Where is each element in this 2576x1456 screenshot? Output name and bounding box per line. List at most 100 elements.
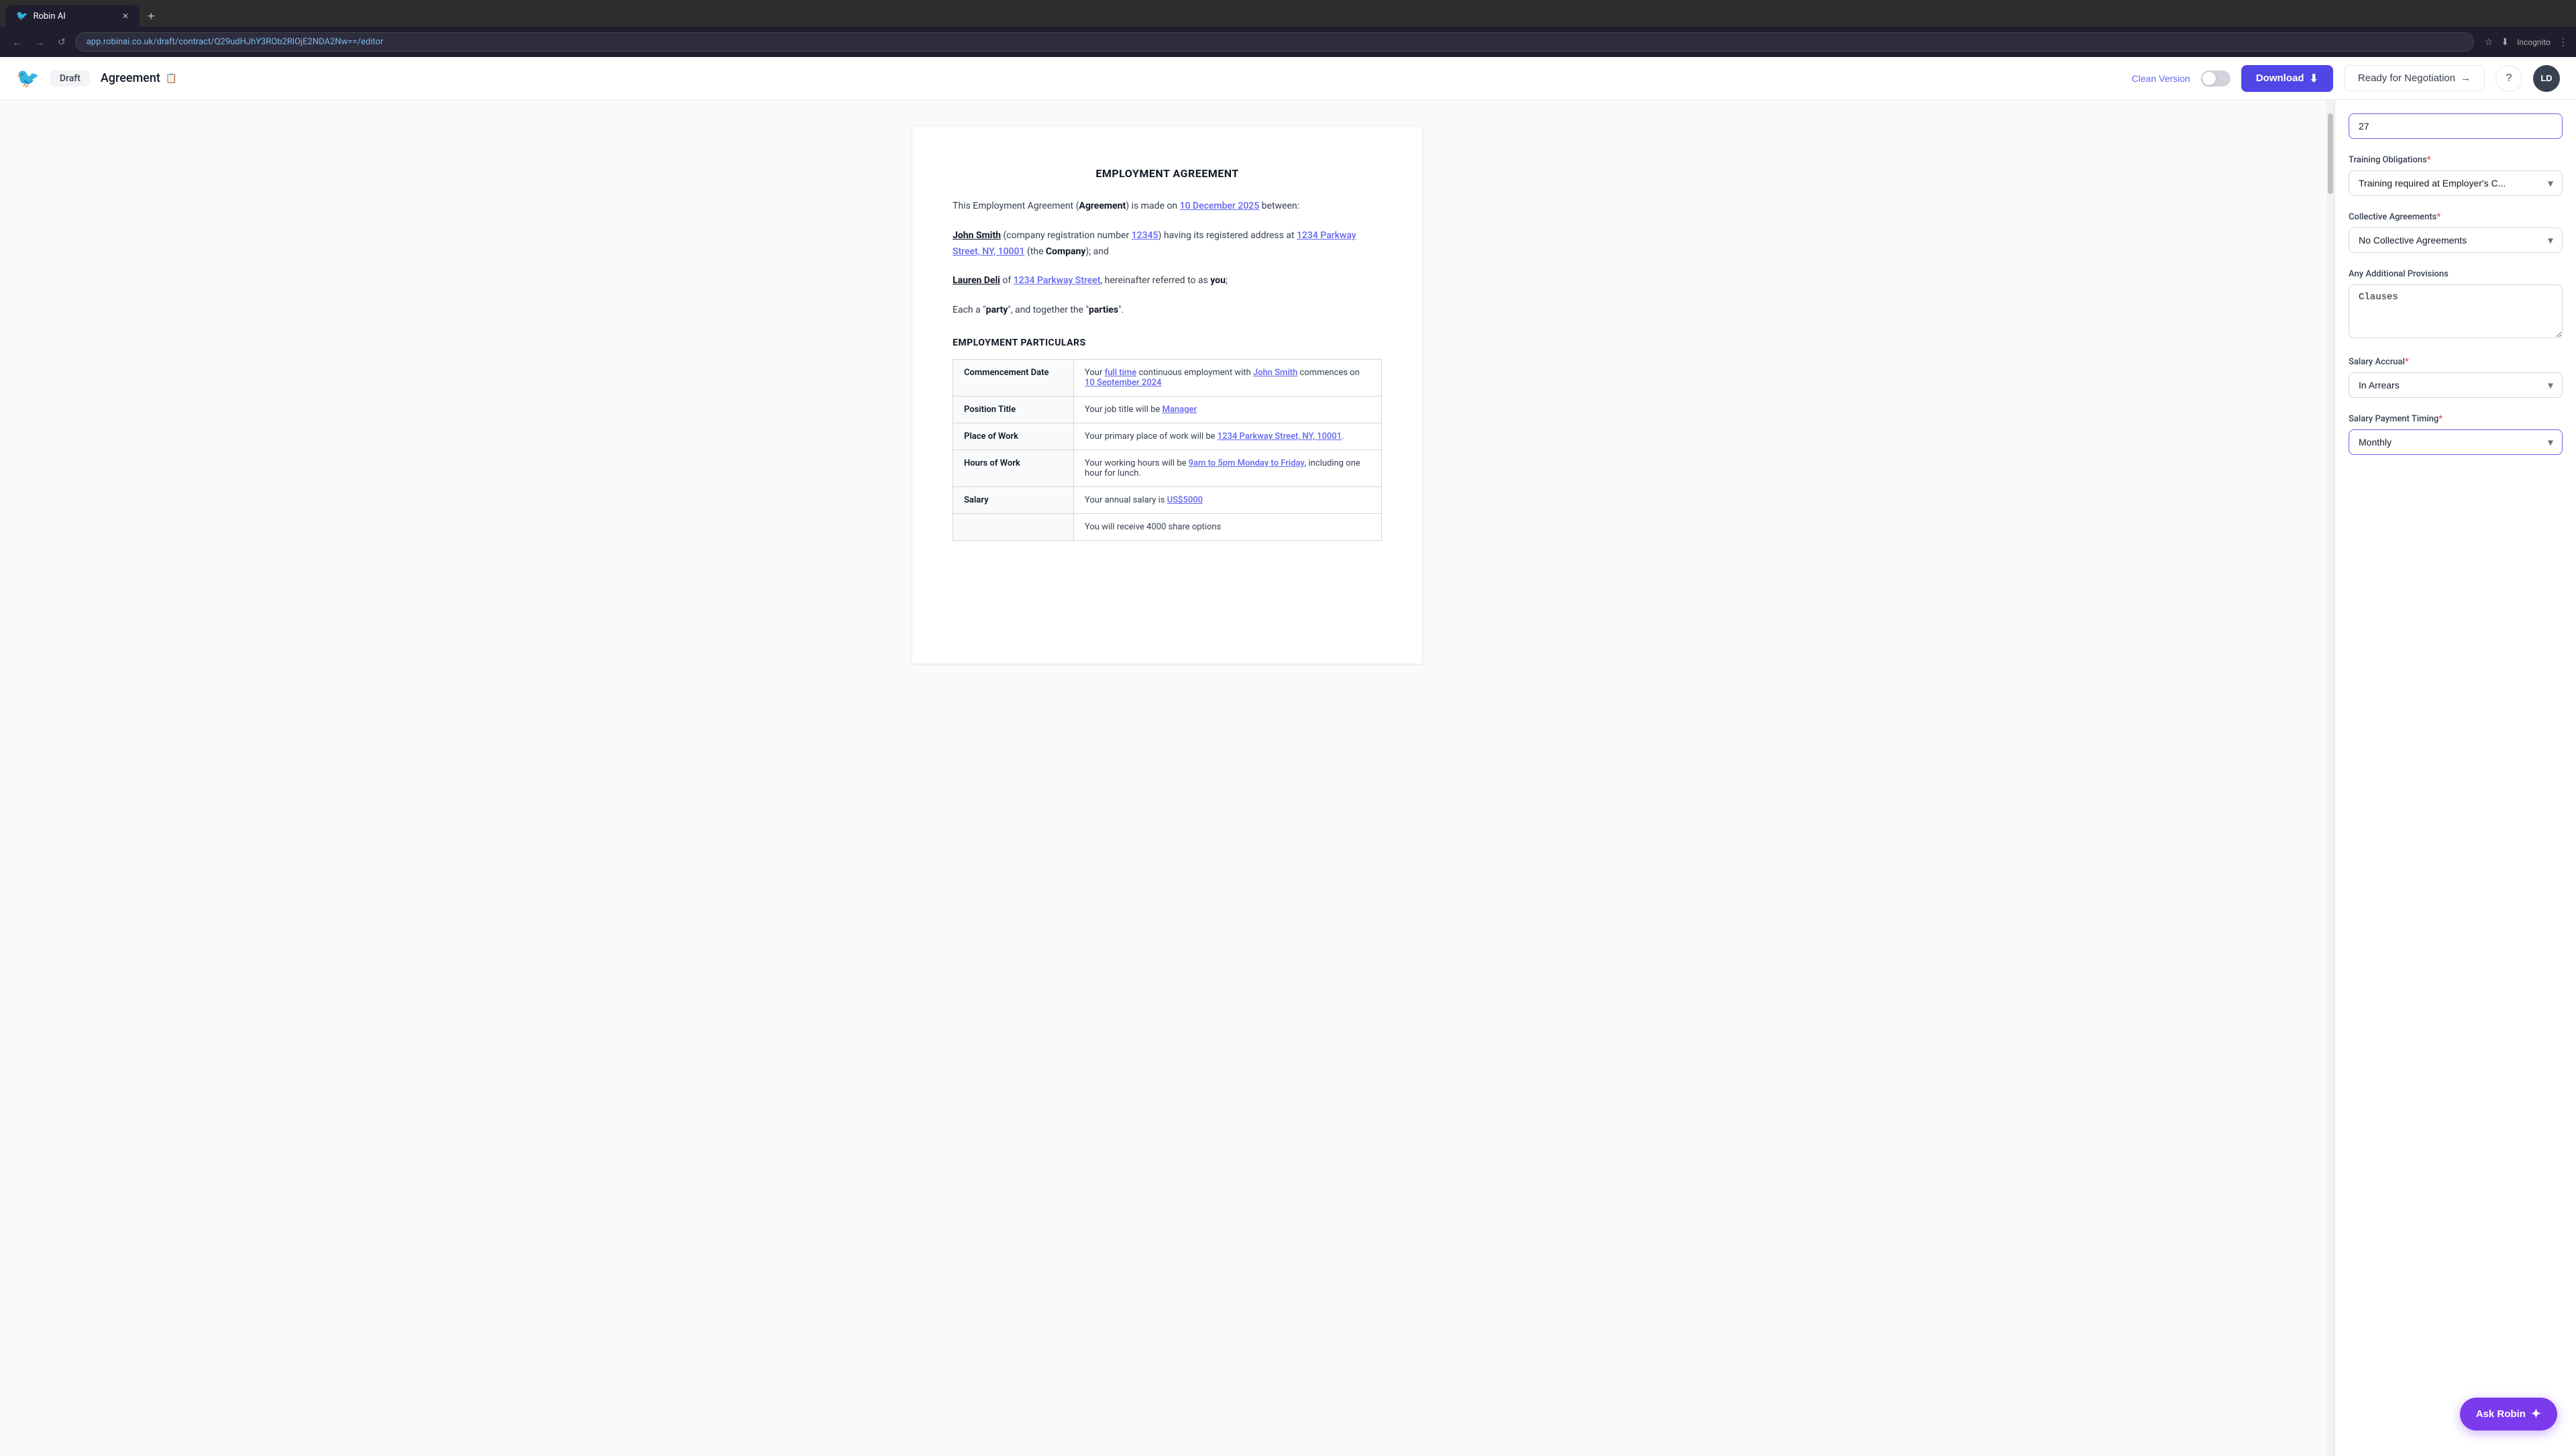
collective-field: Collective Agreements* No Collective Agr… bbox=[2349, 212, 2563, 253]
ask-robin-btn[interactable]: Ask Robin ✦ bbox=[2460, 1398, 2557, 1431]
document-area: EMPLOYMENT AGREEMENT This Employment Agr… bbox=[0, 100, 2334, 1456]
particulars-table: Commencement Date Your full time continu… bbox=[953, 359, 1382, 541]
payment-timing-wrapper: Monthly Weekly Bi-weekly Quarterly bbox=[2349, 429, 2563, 455]
ask-robin-label: Ask Robin bbox=[2476, 1408, 2526, 1420]
help-btn[interactable]: ? bbox=[2496, 65, 2522, 92]
collective-select[interactable]: No Collective Agreements Has Collective … bbox=[2349, 227, 2563, 253]
provisions-field: Any Additional Provisions Clauses bbox=[2349, 269, 2563, 341]
table-row: Position Title Your job title will be Ma… bbox=[953, 396, 1382, 423]
age-input[interactable] bbox=[2349, 113, 2563, 139]
start-date-highlight: 10 September 2024 bbox=[1085, 378, 1161, 388]
reload-btn[interactable]: ↺ bbox=[54, 34, 70, 50]
logo: 🐦 bbox=[16, 67, 40, 89]
avatar-btn[interactable]: LD bbox=[2533, 65, 2560, 92]
provisions-textarea[interactable]: Clauses bbox=[2349, 284, 2563, 338]
scrollbar-track[interactable] bbox=[2326, 100, 2334, 1456]
date-highlight: 10 December 2025 bbox=[1180, 201, 1260, 211]
collective-label: Collective Agreements* bbox=[2349, 212, 2563, 222]
training-label: Training Obligations* bbox=[2349, 155, 2563, 165]
you-bold: you bbox=[1210, 275, 1226, 286]
scrollbar-thumb bbox=[2328, 113, 2333, 194]
incognito-label: Incognito bbox=[2517, 38, 2551, 47]
salary-highlight: US$5000 bbox=[1167, 495, 1203, 505]
salary-accrual-wrapper: In Arrears In Advance bbox=[2349, 372, 2563, 398]
tab-label: Robin AI bbox=[33, 11, 65, 21]
table-value: Your primary place of work will be 1234 … bbox=[1074, 423, 1382, 450]
right-sidebar: Training Obligations* Training required … bbox=[2334, 100, 2576, 1456]
party2-paragraph: Lauren Deli of 1234 Parkway Street, here… bbox=[953, 273, 1382, 289]
table-value: Your annual salary is US$5000 bbox=[1074, 486, 1382, 513]
tab-close-btn[interactable]: ✕ bbox=[122, 11, 129, 21]
arrow-right-icon: → bbox=[2461, 72, 2471, 84]
party1-paragraph: John Smith (company registration number … bbox=[953, 228, 1382, 260]
draft-badge: Draft bbox=[50, 70, 90, 87]
provisions-label: Any Additional Provisions bbox=[2349, 269, 2563, 279]
forward-btn[interactable]: → bbox=[31, 34, 48, 50]
table-label: Commencement Date bbox=[953, 359, 1074, 396]
section-title: EMPLOYMENT PARTICULARS bbox=[953, 337, 1382, 348]
training-select[interactable]: Training required at Employer's C... bbox=[2349, 170, 2563, 196]
toggle-thumb bbox=[2202, 72, 2216, 85]
ready-btn-label: Ready for Negotiation bbox=[2358, 72, 2455, 84]
new-tab-btn[interactable]: + bbox=[142, 7, 160, 26]
document-scroll: EMPLOYMENT AGREEMENT This Employment Agr… bbox=[912, 127, 1422, 664]
table-value: You will receive 4000 share options bbox=[1074, 513, 1382, 540]
parties-note: Each a "party", and together the "partie… bbox=[953, 303, 1382, 319]
back-btn[interactable]: ← bbox=[8, 34, 25, 50]
tab-icon: 🐦 bbox=[16, 11, 28, 21]
parties-bold: parties bbox=[1089, 305, 1118, 315]
party1-name: John Smith bbox=[953, 230, 1001, 241]
address-bar-row: ← → ↺ app.robinai.co.uk/draft/contract/Q… bbox=[0, 27, 2576, 57]
address-bar[interactable]: app.robinai.co.uk/draft/contract/Q29udHJ… bbox=[75, 32, 2474, 52]
salary-accrual-select[interactable]: In Arrears In Advance bbox=[2349, 372, 2563, 398]
intro-paragraph: This Employment Agreement (Agreement) is… bbox=[953, 199, 1382, 215]
salary-accrual-label: Salary Accrual* bbox=[2349, 357, 2563, 367]
table-label: Hours of Work bbox=[953, 450, 1074, 486]
app-header: 🐦 Draft Agreement 📋 Clean Version Downlo… bbox=[0, 57, 2576, 100]
table-row: Place of Work Your primary place of work… bbox=[953, 423, 1382, 450]
work-address-highlight: 1234 Parkway Street, NY, 10001 bbox=[1218, 431, 1342, 441]
salary-accrual-field: Salary Accrual* In Arrears In Advance bbox=[2349, 357, 2563, 398]
table-value: Your full time continuous employment wit… bbox=[1074, 359, 1382, 396]
table-row: Commencement Date Your full time continu… bbox=[953, 359, 1382, 396]
table-label bbox=[953, 513, 1074, 540]
browser-chrome: 🐦 Robin AI ✕ + ← → ↺ app.robinai.co.uk/d… bbox=[0, 0, 2576, 57]
agreement-title: Agreement bbox=[101, 71, 160, 85]
url-text: app.robinai.co.uk/draft/contract/Q29udHJ… bbox=[87, 37, 384, 47]
company-bold: Company bbox=[1046, 246, 1085, 257]
collective-select-wrapper: No Collective Agreements Has Collective … bbox=[2349, 227, 2563, 253]
table-row: Hours of Work Your working hours will be… bbox=[953, 450, 1382, 486]
table-label: Place of Work bbox=[953, 423, 1074, 450]
download-btn[interactable]: Download ⬇ bbox=[2241, 65, 2333, 92]
address2: 1234 Parkway Street bbox=[1014, 275, 1101, 286]
download-browser-btn[interactable]: ⬇ bbox=[2501, 36, 2509, 48]
training-select-wrapper: Training required at Employer's C... bbox=[2349, 170, 2563, 196]
doc-title: EMPLOYMENT AGREEMENT bbox=[953, 167, 1382, 180]
clean-version-btn[interactable]: Clean Version bbox=[2132, 73, 2190, 84]
copy-icon[interactable]: 📋 bbox=[166, 73, 177, 84]
logo-icon: 🐦 bbox=[16, 67, 40, 89]
ready-for-negotiation-btn[interactable]: Ready for Negotiation → bbox=[2344, 65, 2485, 91]
table-row: Salary Your annual salary is US$5000 bbox=[953, 486, 1382, 513]
bookmark-btn[interactable]: ☆ bbox=[2485, 36, 2493, 48]
table-value: Your working hours will be 9am to 5pm Mo… bbox=[1074, 450, 1382, 486]
training-field: Training Obligations* Training required … bbox=[2349, 155, 2563, 196]
header-title: Agreement 📋 bbox=[101, 71, 177, 85]
agreement-bold: Agreement bbox=[1079, 201, 1126, 211]
table-value: Your job title will be Manager bbox=[1074, 396, 1382, 423]
clean-version-toggle[interactable] bbox=[2201, 70, 2231, 87]
table-label: Position Title bbox=[953, 396, 1074, 423]
more-btn[interactable]: ⋮ bbox=[2559, 36, 2568, 48]
fulltime-highlight: full time bbox=[1105, 368, 1137, 378]
party2-name: Lauren Deli bbox=[953, 275, 1000, 286]
table-label: Salary bbox=[953, 486, 1074, 513]
payment-timing-select[interactable]: Monthly Weekly Bi-weekly Quarterly bbox=[2349, 429, 2563, 455]
title-highlight: Manager bbox=[1163, 405, 1197, 415]
main-layout: EMPLOYMENT AGREEMENT This Employment Agr… bbox=[0, 100, 2576, 1456]
age-field bbox=[2349, 113, 2563, 139]
reg-number: 12345 bbox=[1132, 230, 1159, 241]
table-row: You will receive 4000 share options bbox=[953, 513, 1382, 540]
active-tab[interactable]: 🐦 Robin AI ✕ bbox=[5, 5, 140, 27]
download-btn-label: Download bbox=[2256, 72, 2304, 84]
employer-highlight: John Smith bbox=[1253, 368, 1297, 378]
